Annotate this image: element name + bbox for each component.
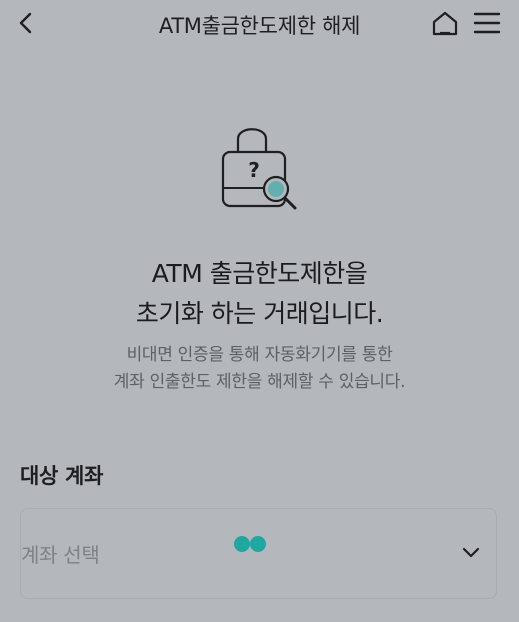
account-select-placeholder: 계좌 선택 — [21, 543, 100, 567]
svg-text:?: ? — [248, 158, 260, 182]
lock-question-search-icon: ? — [219, 118, 301, 214]
hamburger-menu-icon — [473, 12, 501, 34]
headline-line-2: 초기화 하는 거래입니다. — [135, 299, 384, 328]
loading-dot — [250, 536, 266, 552]
description-line-1: 비대면 인증을 통해 자동화기기를 통한 — [126, 345, 393, 365]
description-line-2: 계좌 인출한도 제한을 해제할 수 있습니다. — [113, 372, 406, 392]
loading-indicator — [234, 536, 268, 552]
loading-dot — [234, 536, 250, 552]
app-header: ATM출금한도제한 해제 — [0, 0, 519, 48]
account-section-label: 대상 계좌 — [20, 464, 104, 488]
menu-button[interactable] — [472, 8, 502, 38]
home-icon — [432, 11, 458, 36]
account-select[interactable]: 계좌 선택 — [20, 508, 497, 599]
headline-line-1: ATM 출금한도제한을 — [151, 259, 368, 288]
chevron-down-icon — [462, 547, 480, 558]
headline: ATM 출금한도제한을 초기화 하는 거래입니다. — [0, 254, 519, 334]
home-button[interactable] — [430, 8, 460, 38]
description: 비대면 인증을 통해 자동화기기를 통한 계좌 인출한도 제한을 해제할 수 있… — [0, 342, 519, 396]
